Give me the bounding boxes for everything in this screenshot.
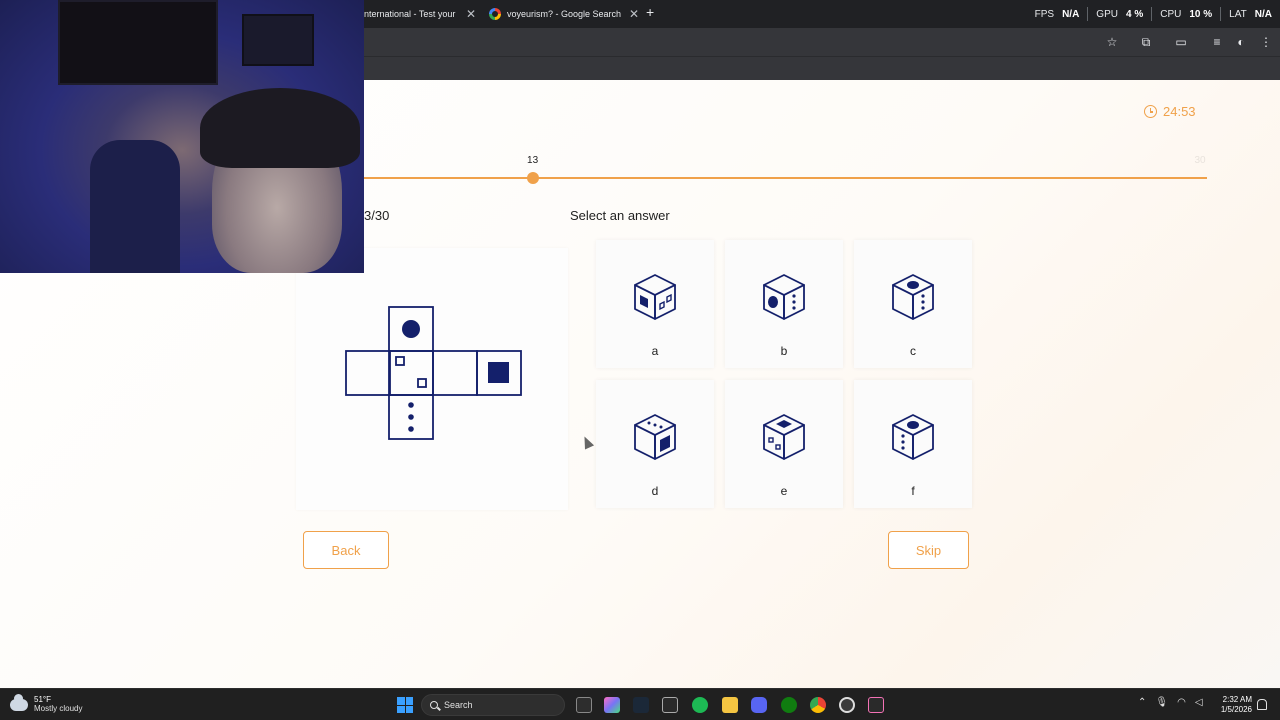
back-button[interactable]: Back [303, 531, 389, 569]
skip-button[interactable]: Skip [888, 531, 969, 569]
wifi-icon[interactable]: ◠ [1177, 697, 1186, 708]
divider [1087, 7, 1089, 21]
windows-start-icon[interactable] [397, 697, 413, 713]
google-icon [489, 8, 501, 20]
clock-time: 2:32 AM [1222, 695, 1252, 704]
fps-label: FPS [1034, 8, 1055, 20]
search-icon [430, 701, 438, 709]
clock-icon [1144, 105, 1157, 118]
progress-current-label: 13 [527, 155, 539, 166]
cpu-label: CPU [1160, 8, 1182, 20]
performance-overlay: FPS N/A GPU 4 % CPU 10 % LAT N/A [1035, 0, 1272, 28]
cube-f-icon [892, 414, 934, 460]
cube-e-icon [763, 414, 805, 460]
webcam-overlay [0, 0, 364, 273]
tab-intelligence-test[interactable]: nternational - Test your Inte ✕ [364, 3, 476, 25]
progress-handle[interactable] [526, 172, 539, 184]
cube-d-icon [634, 414, 676, 460]
cube-net-figure [345, 306, 522, 440]
cube-c-icon [892, 274, 934, 320]
file-explorer-icon[interactable] [722, 697, 738, 713]
progress-max-label: 30 [1194, 155, 1206, 166]
answer-option-a[interactable]: a [596, 240, 714, 368]
option-label: c [910, 344, 916, 358]
chair [90, 140, 180, 273]
xbox-icon[interactable] [781, 697, 797, 713]
question-counter: 3/30 [364, 208, 390, 223]
divider [1151, 7, 1153, 21]
weather-temp: 51°F [34, 695, 51, 704]
person-hair [200, 88, 360, 168]
divider [1220, 7, 1222, 21]
option-label: d [651, 484, 659, 498]
clock-date: 1/5/2026 [1220, 705, 1252, 714]
menu-icon[interactable]: ⋮ [1258, 34, 1274, 50]
answer-option-e[interactable]: e [725, 380, 843, 508]
answer-option-d[interactable]: d [596, 380, 714, 508]
profile-icon[interactable]: ◐ [1233, 34, 1249, 50]
taskbar-clock[interactable]: 2:32 AM 1/5/2026 [1212, 695, 1252, 715]
wall-frame [242, 14, 314, 66]
tab-label: voyeurism? - Google Search [506, 9, 621, 19]
cube-b-icon [763, 274, 805, 320]
answer-option-f[interactable]: f [854, 380, 972, 508]
chrome-icon[interactable] [810, 697, 826, 713]
new-tab-icon[interactable]: + [646, 4, 654, 20]
progress-track [364, 177, 1207, 179]
timer-value: 24:53 [1163, 104, 1196, 119]
cpu-value: 10 [1189, 8, 1201, 20]
discord-icon[interactable] [751, 697, 767, 713]
steam-icon[interactable] [633, 697, 649, 713]
tab-label: nternational - Test your Inte [364, 9, 458, 19]
volume-icon[interactable]: ◁ [1195, 697, 1203, 708]
lat-value: N/A [1254, 8, 1272, 20]
quiz-timer: 24:53 [1144, 104, 1196, 119]
option-label: e [780, 484, 788, 498]
percent-sign: % [1203, 8, 1213, 20]
taskbar-search[interactable]: Search [421, 694, 565, 716]
weather-desc: Mostly cloudy [34, 704, 83, 713]
spotify-icon[interactable] [692, 697, 708, 713]
epic-games-icon[interactable] [662, 697, 678, 713]
search-label: Search [444, 700, 473, 710]
copilot-icon[interactable] [604, 697, 620, 713]
epic-launcher-icon[interactable] [868, 697, 884, 713]
option-label: b [780, 344, 788, 358]
extensions-icon[interactable]: ⧉ [1138, 34, 1154, 50]
microphone-icon[interactable]: 🎙 [1155, 697, 1168, 708]
answer-option-b[interactable]: b [725, 240, 843, 368]
select-answer-title: Select an answer [570, 208, 670, 223]
system-tray: ⌃ 🎙 ◠ ◁ [1138, 697, 1203, 708]
cast-icon[interactable]: ▭ [1173, 34, 1189, 50]
cloud-icon [10, 693, 28, 711]
weather-widget[interactable]: 51°F Mostly cloudy [10, 693, 83, 714]
option-label: f [911, 484, 915, 498]
option-label: a [651, 344, 659, 358]
windows-taskbar: 51°F Mostly cloudy Search ⌃ 🎙 ◠ ◁ 2:32 A… [0, 688, 1280, 720]
task-view-icon[interactable] [576, 697, 592, 713]
percent-sign: % [1134, 8, 1144, 20]
chevron-up-icon[interactable]: ⌃ [1138, 697, 1146, 708]
media-queue-icon[interactable]: ≡ [1209, 34, 1225, 50]
fps-value: N/A [1062, 8, 1080, 20]
wall-frame [58, 0, 218, 85]
settings-icon[interactable] [839, 697, 855, 713]
star-icon[interactable]: ☆ [1104, 34, 1120, 50]
cube-a-icon [634, 274, 676, 320]
tab-google-search[interactable]: voyeurism? - Google Search ✕ [489, 3, 639, 25]
close-icon[interactable]: ✕ [629, 7, 639, 21]
gpu-value: 4 [1125, 8, 1132, 20]
answer-option-c[interactable]: c [854, 240, 972, 368]
lat-label: LAT [1229, 8, 1247, 20]
gpu-label: GPU [1096, 8, 1118, 20]
notification-bell-icon[interactable] [1257, 699, 1267, 710]
close-icon[interactable]: ✕ [466, 7, 476, 21]
